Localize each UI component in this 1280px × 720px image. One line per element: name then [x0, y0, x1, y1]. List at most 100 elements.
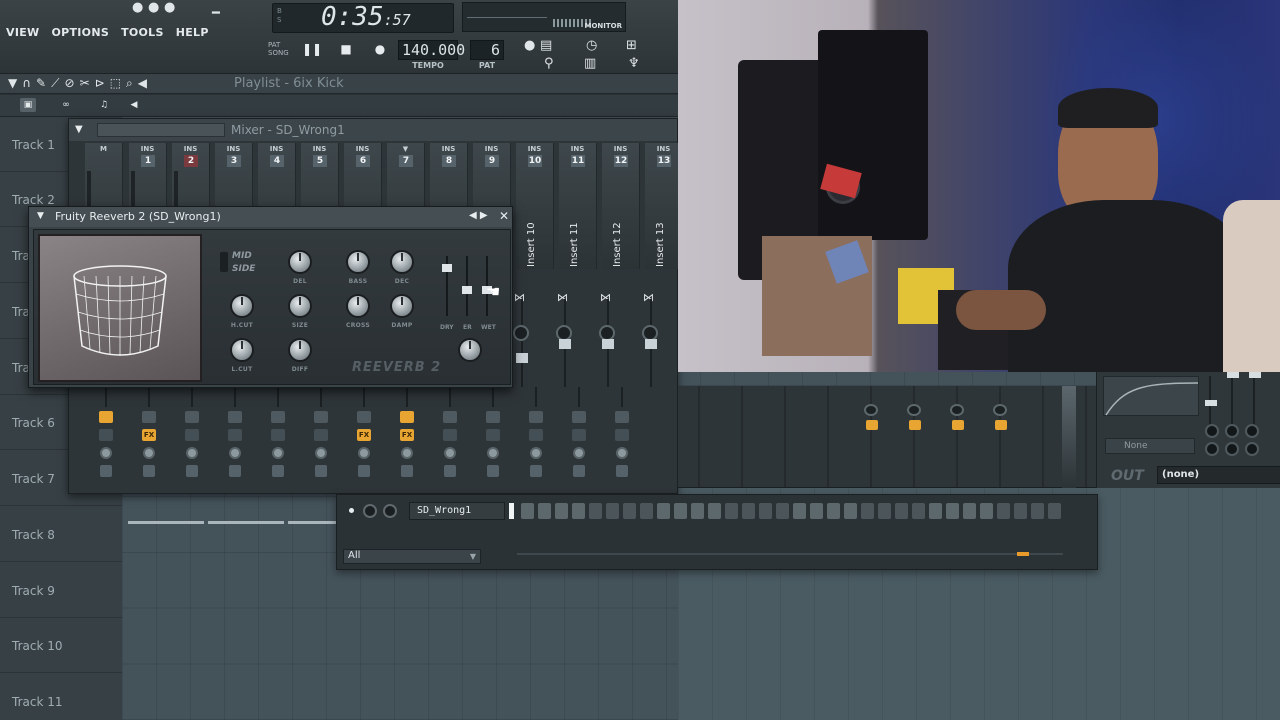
maximize-icon[interactable]: ● [148, 0, 159, 15]
eq-band-knob[interactable] [1205, 424, 1219, 438]
channel-select-dot[interactable] [349, 508, 354, 513]
route-button[interactable] [616, 465, 628, 477]
stereo-width-knob[interactable] [458, 338, 482, 362]
track-header[interactable]: Track 11 [0, 674, 122, 720]
send-knob[interactable] [186, 447, 198, 459]
mixer-lower-strip[interactable] [214, 387, 256, 487]
route-button[interactable] [487, 465, 499, 477]
send-knob[interactable] [229, 447, 241, 459]
mixer-lower-strip[interactable] [515, 387, 557, 487]
channel-pan-knob[interactable] [383, 504, 397, 518]
send-knob[interactable] [401, 447, 413, 459]
select-icon[interactable]: ⬚ [110, 76, 121, 91]
send-knob[interactable] [950, 404, 964, 416]
channel-rack-scrollbar[interactable] [517, 552, 1063, 556]
stereo-separation-icon[interactable]: ⋈ [643, 291, 654, 304]
note-icon[interactable]: ♫ [96, 98, 112, 112]
step-button[interactable] [572, 503, 585, 519]
bass-knob[interactable] [346, 250, 370, 274]
step-button[interactable] [793, 503, 806, 519]
high-cut-knob[interactable] [230, 294, 254, 318]
magnet-icon[interactable]: ∩ [22, 76, 31, 91]
mixer-titlebar[interactable]: ▼ Mixer - SD_Wrong1 [69, 119, 677, 141]
fx-slot-active[interactable] [909, 420, 921, 430]
pencil-icon[interactable]: ✎ [36, 76, 46, 91]
mixer-strip-controls[interactable]: ⋈ [587, 269, 629, 387]
volume-fader[interactable] [645, 339, 657, 349]
fx-slot-active[interactable] [995, 420, 1007, 430]
step-button[interactable] [980, 503, 993, 519]
channel-name-button[interactable]: SD_Wrong1 [409, 502, 505, 520]
pattern-picker-button[interactable]: ▣ [20, 98, 36, 112]
cross-knob[interactable] [346, 294, 370, 318]
scroll-position[interactable] [1017, 552, 1029, 556]
mixer-lower-strip[interactable] [300, 387, 342, 487]
typing-keyboard-icon[interactable]: ▤ [540, 38, 552, 53]
step-button[interactable] [810, 503, 823, 519]
mixer-lower-strip[interactable]: FX [386, 387, 428, 487]
eq-band-knob[interactable] [1245, 424, 1259, 438]
channel-filter-select[interactable]: All ▼ [343, 549, 481, 564]
input-select[interactable]: None [1105, 438, 1195, 454]
track-header[interactable]: Track 10 [0, 618, 122, 673]
mid-side-toggle[interactable] [220, 252, 228, 272]
step-button[interactable] [997, 503, 1010, 519]
mute-icon[interactable]: ⊘ [65, 76, 75, 91]
step-button[interactable] [776, 503, 789, 519]
send-knob[interactable] [315, 447, 327, 459]
mixer-lower-strip[interactable] [257, 387, 299, 487]
send-knob[interactable] [573, 447, 585, 459]
route-button[interactable] [530, 465, 542, 477]
mixer-lower-strip[interactable] [429, 387, 471, 487]
pattern-field[interactable]: 6 [470, 40, 504, 60]
mixer-strip[interactable]: INS 10 Insert 10 [516, 143, 554, 269]
er-fader[interactable] [462, 256, 472, 316]
eq-fader[interactable] [1205, 400, 1217, 406]
volume-fader[interactable] [516, 353, 528, 363]
metronome-dot-icon[interactable]: ● [524, 38, 535, 53]
zoom-icon[interactable]: ⌕ [126, 76, 133, 91]
route-button[interactable] [401, 465, 413, 477]
mixer-lower-strip[interactable] [85, 387, 127, 487]
step-button[interactable] [929, 503, 942, 519]
blend-icon[interactable]: ⚲ [544, 56, 554, 71]
step-button[interactable] [691, 503, 704, 519]
step-button[interactable] [878, 503, 891, 519]
route-button[interactable] [358, 465, 370, 477]
mixer-lower-strip[interactable] [601, 387, 643, 487]
volume-fader[interactable] [602, 339, 614, 349]
left-arrow-icon[interactable]: ◀ [126, 98, 142, 112]
step-button[interactable] [895, 503, 908, 519]
step-button[interactable] [844, 503, 857, 519]
step-button[interactable] [606, 503, 619, 519]
decay-knob[interactable] [390, 250, 414, 274]
channel-volume-knob[interactable] [363, 504, 377, 518]
mixer-lower-strip[interactable] [558, 387, 600, 487]
eq-band-knob[interactable] [1225, 424, 1239, 438]
fx-slot-active[interactable] [952, 420, 964, 430]
piano-icon[interactable]: ▥ [584, 56, 596, 71]
link-icon[interactable]: ∞ [58, 98, 74, 112]
pat-song-toggle[interactable]: PAT SONG [268, 41, 289, 57]
send-knob[interactable] [143, 447, 155, 459]
menu-tools[interactable]: TOOLS [115, 22, 170, 46]
eq-band-knob[interactable] [1205, 442, 1219, 456]
close-icon[interactable]: ● [164, 0, 175, 15]
stereo-separation-icon[interactable]: ⋈ [600, 291, 611, 304]
step-button[interactable] [1031, 503, 1044, 519]
clock-icon[interactable]: ◷ [586, 38, 597, 53]
minimize-icon[interactable]: ● [132, 0, 143, 15]
pan-knob[interactable] [513, 325, 529, 341]
delay-knob[interactable] [288, 250, 312, 274]
route-button[interactable] [229, 465, 241, 477]
menu-options[interactable]: OPTIONS [45, 22, 115, 46]
close-icon[interactable]: ✕ [499, 209, 509, 223]
mixer-lower-strip[interactable] [472, 387, 514, 487]
speaker-icon[interactable]: ◀ [138, 76, 147, 91]
dry-fader[interactable] [442, 256, 452, 316]
plugin-menu-icon[interactable]: ▼ [37, 211, 44, 221]
size-knob[interactable] [288, 294, 312, 318]
eq-band-knob[interactable] [1225, 442, 1239, 456]
add-icon[interactable]: ⊞ [626, 38, 637, 53]
step-button[interactable] [657, 503, 670, 519]
